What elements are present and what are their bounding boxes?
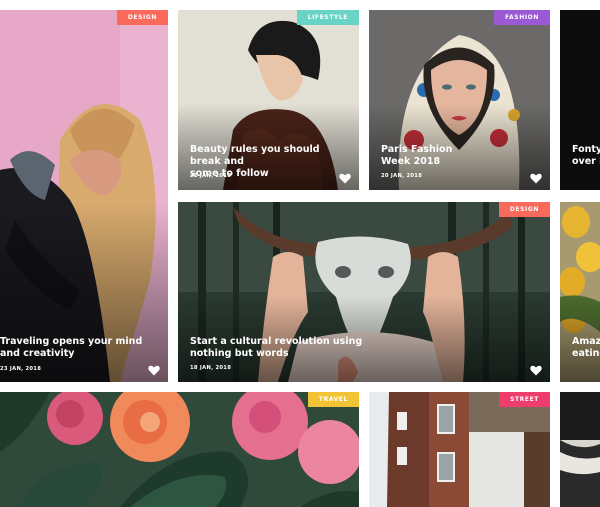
post-card-travel[interactable]: TRAVEL xyxy=(0,392,359,507)
post-date: 18 JAN, 2018 xyxy=(190,365,232,371)
post-card-traveling[interactable]: DESIGN Traveling opens your mind and cre… xyxy=(0,10,168,382)
post-title-line: Amazi xyxy=(572,336,600,347)
category-badge[interactable]: FASHION xyxy=(494,10,550,25)
post-date: 20 JAN, 2018 xyxy=(381,173,423,179)
post-image xyxy=(369,392,550,507)
post-title-line: eating xyxy=(572,348,600,359)
post-title[interactable]: Traveling opens your mind and creativity xyxy=(0,336,146,360)
post-title[interactable]: Paris Fashion Week 2018 xyxy=(381,144,528,168)
category-badge[interactable]: STREET xyxy=(499,392,550,407)
post-title-line: Fonty I xyxy=(572,144,600,155)
post-card-dark[interactable] xyxy=(560,392,600,507)
category-badge[interactable]: TRAVEL xyxy=(307,392,359,407)
heart-icon[interactable] xyxy=(148,365,160,376)
category-badge[interactable]: DESIGN xyxy=(498,202,550,217)
post-card-beauty-rules[interactable]: LIFESTYLE Beauty rules you should break … xyxy=(178,10,359,190)
post-title[interactable]: Fonty I over in xyxy=(572,144,600,168)
post-title-line: Week 2018 xyxy=(381,156,441,167)
heart-icon[interactable] xyxy=(530,173,542,184)
post-card-cultural-revolution[interactable]: DESIGN Start a cultural revolution using… xyxy=(178,202,550,382)
post-title-line: Paris Fashion xyxy=(381,144,453,155)
category-badge[interactable]: DESIGN xyxy=(116,10,168,25)
post-card-amazing-eating[interactable]: Amazi eating xyxy=(560,202,600,382)
post-title-line: Traveling opens your mind xyxy=(0,336,143,347)
post-card-paris-fashion[interactable]: FASHION Paris Fashion Week 2018 20 JAN, … xyxy=(369,10,550,190)
post-title[interactable]: Start a cultural revolution using nothin… xyxy=(190,336,528,360)
post-title-line: over in xyxy=(572,156,600,167)
post-title[interactable]: Amazi eating xyxy=(572,336,600,360)
post-image xyxy=(560,392,600,507)
post-title-line: Start a cultural revolution using xyxy=(190,336,363,347)
post-image xyxy=(0,392,359,507)
post-title-line: and creativity xyxy=(0,348,75,359)
post-date: 22 JAN, 2018 xyxy=(190,173,232,179)
category-badge[interactable]: LIFESTYLE xyxy=(296,10,359,25)
post-card-fonty[interactable]: Fonty I over in xyxy=(560,10,600,190)
heart-icon[interactable] xyxy=(530,365,542,376)
heart-icon[interactable] xyxy=(339,173,351,184)
post-date: 23 JAN, 2018 xyxy=(0,366,42,372)
post-title-line: Beauty rules you should break and xyxy=(190,144,320,167)
post-card-street[interactable]: STREET xyxy=(369,392,550,507)
post-title-line: nothing but words xyxy=(190,348,289,359)
